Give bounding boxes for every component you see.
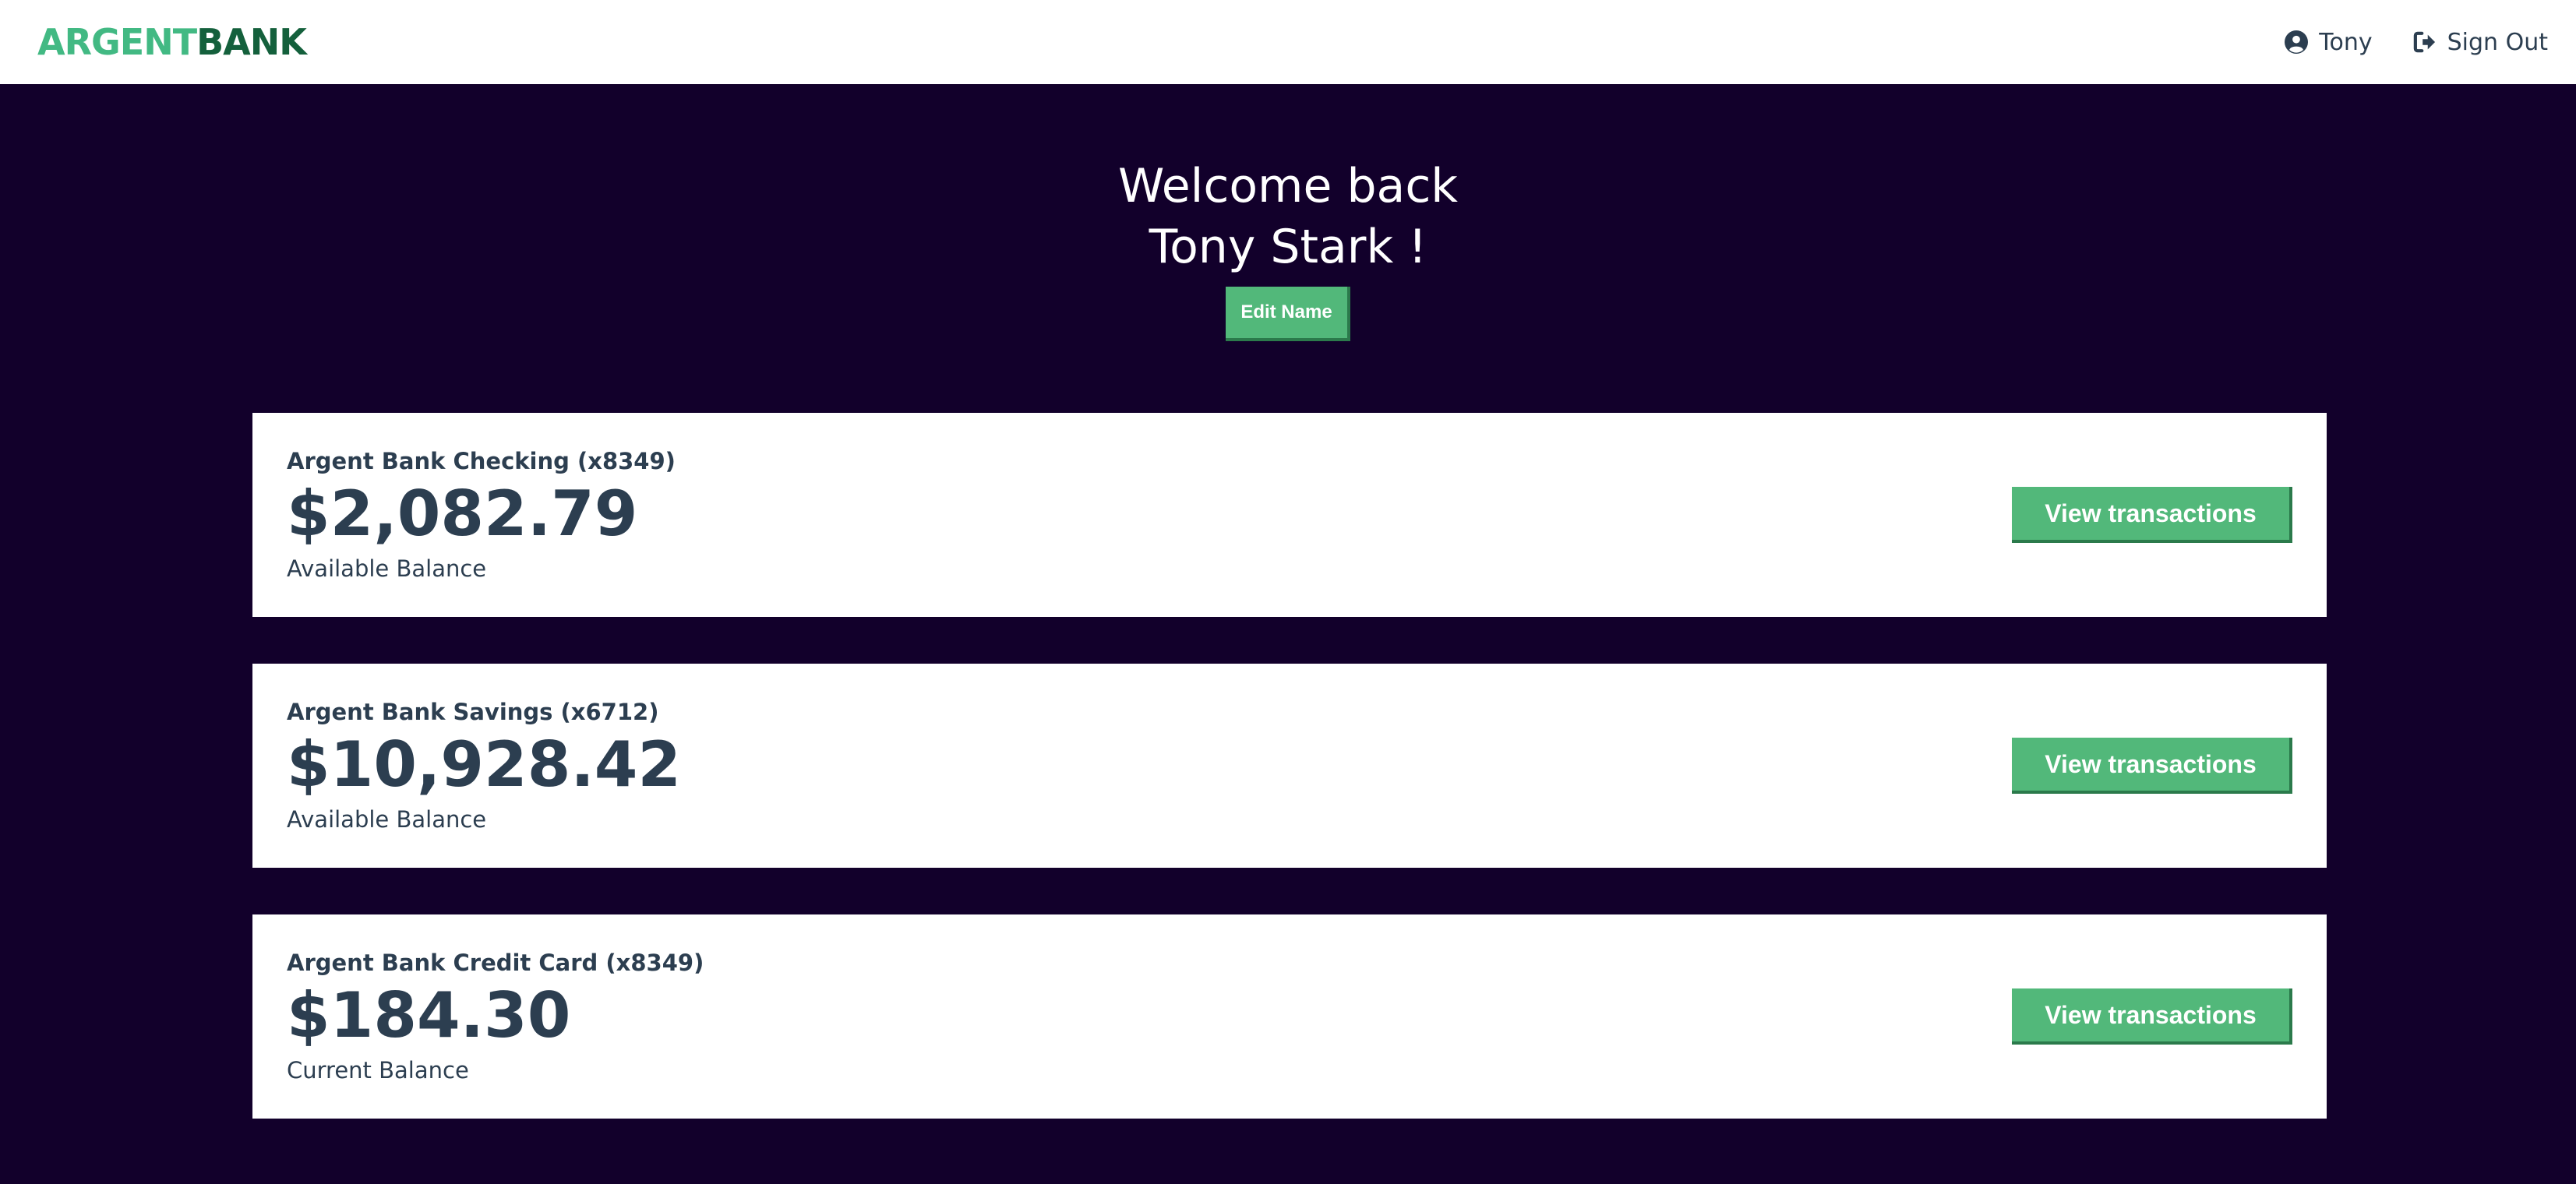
logo-text-bank: BANK [196,21,307,63]
user-profile-link[interactable]: Tony [2285,28,2373,56]
account-amount: $10,928.42 [287,728,682,801]
sign-out-label: Sign Out [2447,28,2548,56]
account-content: Argent Bank Savings (x6712) $10,928.42 A… [287,698,681,833]
view-transactions-button[interactable]: View transactions [2012,738,2292,794]
account-amount-description: Available Balance [287,555,487,582]
account-amount-description: Available Balance [287,806,487,833]
account-amount: $2,082.79 [287,477,638,550]
account-amount-description: Current Balance [287,1057,469,1084]
account-content: Argent Bank Credit Card (x8349) $184.30 … [287,949,704,1084]
user-circle-icon [2285,30,2309,54]
edit-name-button[interactable]: Edit Name [1226,287,1350,341]
account-card-checking: Argent Bank Checking (x8349) $2,082.79 A… [252,413,2327,617]
account-title: Argent Bank Checking (x8349) [287,448,676,474]
main-nav: ARGENT BANK Tony Sign Out [0,0,2576,84]
account-card-savings: Argent Bank Savings (x6712) $10,928.42 A… [252,664,2327,868]
sign-out-icon [2413,31,2437,53]
account-title: Argent Bank Savings (x6712) [287,699,659,725]
welcome-line: Welcome back [1117,159,1459,213]
view-transactions-button[interactable]: View transactions [2012,988,2292,1045]
account-amount: $184.30 [287,979,571,1052]
account-content: Argent Bank Checking (x8349) $2,082.79 A… [287,447,676,583]
account-title: Argent Bank Credit Card (x8349) [287,950,704,976]
sign-out-link[interactable]: Sign Out [2413,29,2548,56]
argent-bank-logo[interactable]: ARGENT BANK [37,21,307,63]
view-transactions-button[interactable]: View transactions [2012,487,2292,543]
account-card-credit: Argent Bank Credit Card (x8349) $184.30 … [252,914,2327,1119]
user-name-label: Tony [2319,28,2373,56]
logo-text-argent: ARGENT [37,21,197,63]
welcome-header: Welcome back Tony Stark ! Edit Name [0,84,2576,341]
welcome-title: Welcome back Tony Stark ! [0,156,2576,277]
nav-user-actions: Tony Sign Out [2285,29,2548,56]
user-full-name: Tony Stark ! [1149,220,1427,274]
